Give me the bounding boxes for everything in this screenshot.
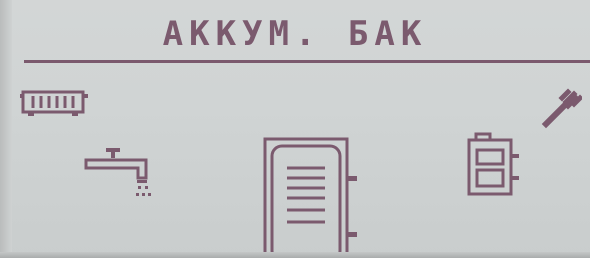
radiator-icon bbox=[20, 88, 90, 120]
title-divider bbox=[24, 60, 590, 63]
lcd-bezel-bottom bbox=[0, 252, 590, 258]
boiler-icon bbox=[466, 132, 522, 198]
buffer-tank-icon bbox=[262, 136, 358, 258]
water-tap-icon bbox=[82, 146, 162, 204]
wrench-icon bbox=[540, 88, 584, 130]
lcd-screen: АККУМ. БАК bbox=[0, 0, 590, 258]
screen-title: АККУМ. БАК bbox=[162, 14, 428, 54]
